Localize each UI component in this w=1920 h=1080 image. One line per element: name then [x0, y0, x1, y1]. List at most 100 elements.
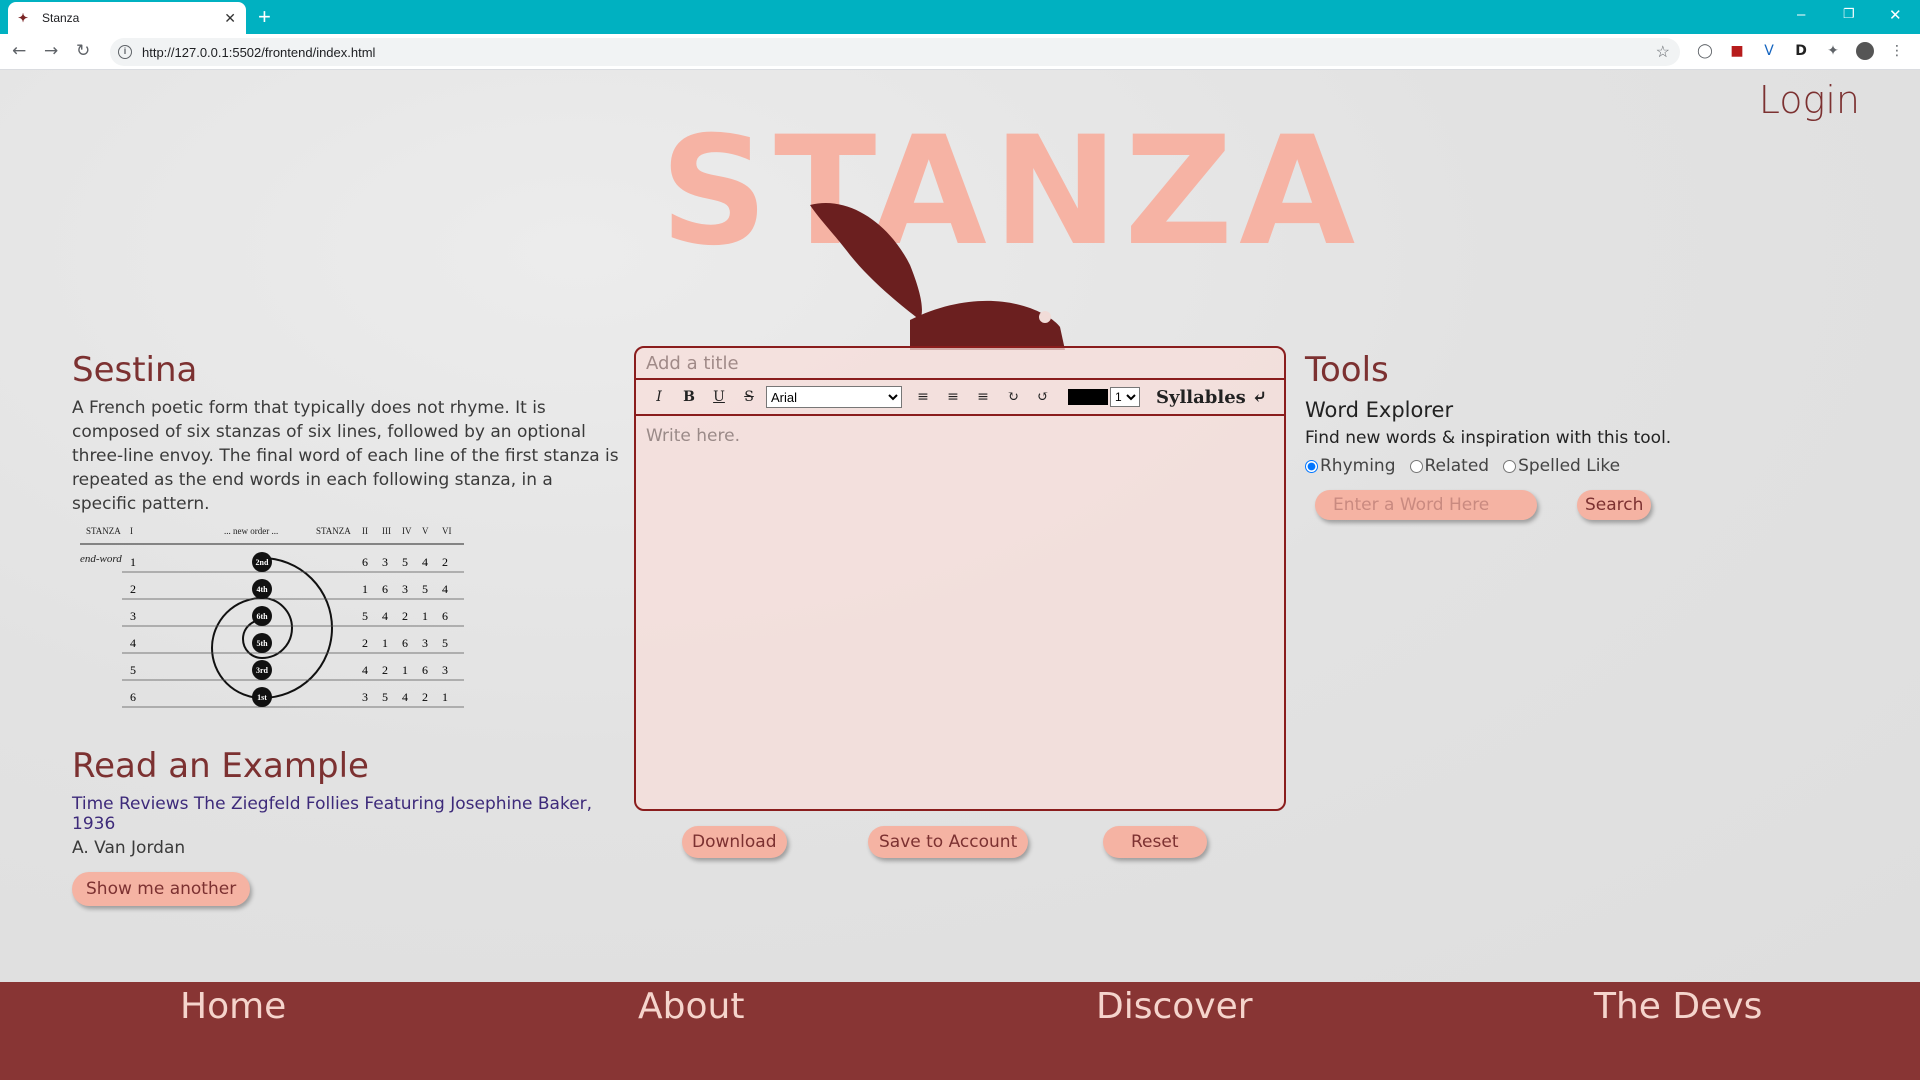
- form-title: Sestina: [72, 350, 198, 390]
- diagram-cell: 6: [422, 663, 428, 677]
- page: Login STANZA Sestina A French poetic for…: [0, 70, 1920, 982]
- bookmark-star-icon[interactable]: ☆: [1656, 42, 1670, 62]
- close-tab-icon[interactable]: ✕: [224, 10, 236, 27]
- italic-button[interactable]: I: [644, 384, 674, 410]
- poem-body-textarea[interactable]: [636, 416, 1284, 806]
- radio-rhyming[interactable]: Rhyming: [1305, 456, 1396, 476]
- example-author: A. Van Jordan: [72, 838, 186, 858]
- align-center-icon[interactable]: ≡: [938, 384, 968, 410]
- diagram-cell: 4: [422, 555, 428, 569]
- sestina-diagram: STANZA I ... new order ... STANZA II III…: [80, 526, 464, 708]
- word-search-input[interactable]: [1315, 490, 1537, 520]
- font-select[interactable]: Arial: [766, 386, 902, 408]
- forward-icon[interactable]: →: [44, 41, 58, 61]
- diagram-cell: 4: [402, 690, 408, 704]
- diagram-cell: 1: [362, 582, 368, 596]
- v-extension-icon[interactable]: V: [1760, 42, 1778, 60]
- radio-related[interactable]: Related: [1409, 456, 1490, 476]
- diagram-order-label: 4th: [256, 585, 268, 594]
- new-tab-icon[interactable]: +: [258, 4, 271, 30]
- word-search-row: Search: [1305, 490, 1705, 520]
- radio-rhyming-input[interactable]: [1305, 459, 1318, 473]
- syllables-button[interactable]: Syllables ⤶: [1156, 387, 1267, 408]
- diagram-col-iv: IV: [402, 526, 412, 536]
- poem-title-input[interactable]: [636, 348, 1284, 380]
- search-button[interactable]: Search: [1577, 490, 1652, 520]
- word-explorer-title: Word Explorer: [1305, 398, 1454, 422]
- puzzle-extensions-icon[interactable]: ✦: [1824, 42, 1842, 60]
- diagram-cell: 1: [422, 609, 428, 623]
- diagram-header-i: I: [130, 526, 133, 536]
- d-extension-icon[interactable]: D: [1792, 42, 1810, 60]
- undo-icon[interactable]: ↺: [1028, 384, 1058, 410]
- restore-icon[interactable]: ❐: [1843, 6, 1855, 22]
- diagram-cell: 5: [442, 636, 448, 650]
- minimize-icon[interactable]: –: [1797, 6, 1805, 23]
- diagram-cell: 3: [442, 663, 448, 677]
- redo-icon[interactable]: ↻: [998, 384, 1028, 410]
- diagram-col-iii: III: [382, 526, 391, 536]
- footer-home-link[interactable]: Home: [180, 986, 286, 1027]
- diagram-cell: 3: [402, 582, 408, 596]
- pocket-icon[interactable]: ◯: [1696, 42, 1714, 60]
- syllables-arrow-icon: ⤶: [1252, 386, 1268, 408]
- diagram-cell: 1: [382, 636, 388, 650]
- diagram-col-vi: VI: [442, 526, 452, 536]
- download-button[interactable]: Download: [682, 826, 787, 858]
- menu-kebab-icon[interactable]: ⋮: [1888, 42, 1906, 60]
- shield-extension-icon[interactable]: ■: [1728, 42, 1746, 60]
- text-color-picker[interactable]: [1068, 389, 1108, 405]
- diagram-line-number: 1: [130, 555, 136, 569]
- reload-icon[interactable]: ↻: [76, 41, 90, 61]
- bold-button[interactable]: B: [674, 384, 704, 410]
- diagram-header-stanza: STANZA: [86, 526, 121, 536]
- diagram-order-label: 5th: [256, 639, 268, 648]
- back-icon[interactable]: ←: [12, 41, 26, 61]
- diagram-cell: 6: [362, 555, 368, 569]
- example-link[interactable]: Time Reviews The Ziegfeld Follies Featur…: [72, 794, 620, 834]
- save-to-account-button[interactable]: Save to Account: [868, 826, 1029, 858]
- address-bar[interactable]: i http://127.0.0.1:5502/frontend/index.h…: [110, 38, 1680, 66]
- underline-button[interactable]: U: [704, 384, 734, 410]
- editor-toolbar: I B U S Arial ≡ ≡ ≡ ↻ ↺ 1 Syllables ⤶: [636, 380, 1284, 416]
- browser-tab[interactable]: ✦ Stanza ✕: [8, 2, 246, 34]
- diagram-line-number: 3: [130, 609, 136, 623]
- reset-button[interactable]: Reset: [1103, 826, 1207, 858]
- profile-avatar[interactable]: [1856, 42, 1874, 60]
- footer-discover-link[interactable]: Discover: [1096, 986, 1253, 1027]
- radio-related-input[interactable]: [1409, 459, 1423, 473]
- browser-tab-title: Stanza: [42, 11, 80, 25]
- window-close-icon[interactable]: ✕: [1889, 6, 1902, 24]
- align-right-icon[interactable]: ≡: [968, 384, 998, 410]
- radio-rhyming-label: Rhyming: [1320, 456, 1396, 476]
- radio-spelled-like[interactable]: Spelled Like: [1503, 456, 1620, 476]
- site-info-icon[interactable]: i: [118, 45, 132, 59]
- diagram-cell: 5: [402, 555, 408, 569]
- diagram-line-number: 4: [130, 636, 136, 650]
- search-mode-radios: Rhyming Related Spelled Like: [1305, 456, 1705, 476]
- form-description: A French poetic form that typically does…: [72, 398, 619, 514]
- diagram-end-word-label: end-word: [80, 553, 122, 565]
- diagram-cell: 2: [422, 690, 428, 704]
- example-heading: Read an Example: [72, 746, 369, 786]
- footer-about-link[interactable]: About: [638, 986, 744, 1027]
- footer-nav: Home About Discover The Devs: [0, 982, 1920, 1080]
- diagram-line-number: 2: [130, 582, 136, 596]
- footer-devs-link[interactable]: The Devs: [1594, 986, 1762, 1027]
- login-link[interactable]: Login: [1759, 78, 1860, 122]
- diagram-cell: 3: [382, 555, 388, 569]
- show-another-button[interactable]: Show me another: [72, 872, 251, 906]
- poem-editor: I B U S Arial ≡ ≡ ≡ ↻ ↺ 1 Syllables ⤶: [634, 346, 1286, 811]
- radio-related-label: Related: [1424, 456, 1490, 476]
- strikethrough-button[interactable]: S: [734, 384, 764, 410]
- diagram-order-label: 1st: [257, 693, 267, 702]
- font-size-select[interactable]: 1: [1110, 387, 1140, 407]
- tools-heading: Tools: [1305, 350, 1389, 390]
- browser-toolbar: ← → ↻ i http://127.0.0.1:5502/frontend/i…: [0, 34, 1920, 70]
- diagram-col-v: V: [422, 526, 429, 536]
- diagram-cell: 3: [362, 690, 368, 704]
- diagram-order-label: 3rd: [256, 666, 269, 675]
- align-left-icon[interactable]: ≡: [908, 384, 938, 410]
- diagram-header-new-order: ... new order ...: [224, 526, 278, 536]
- radio-spelled-like-input[interactable]: [1503, 459, 1517, 473]
